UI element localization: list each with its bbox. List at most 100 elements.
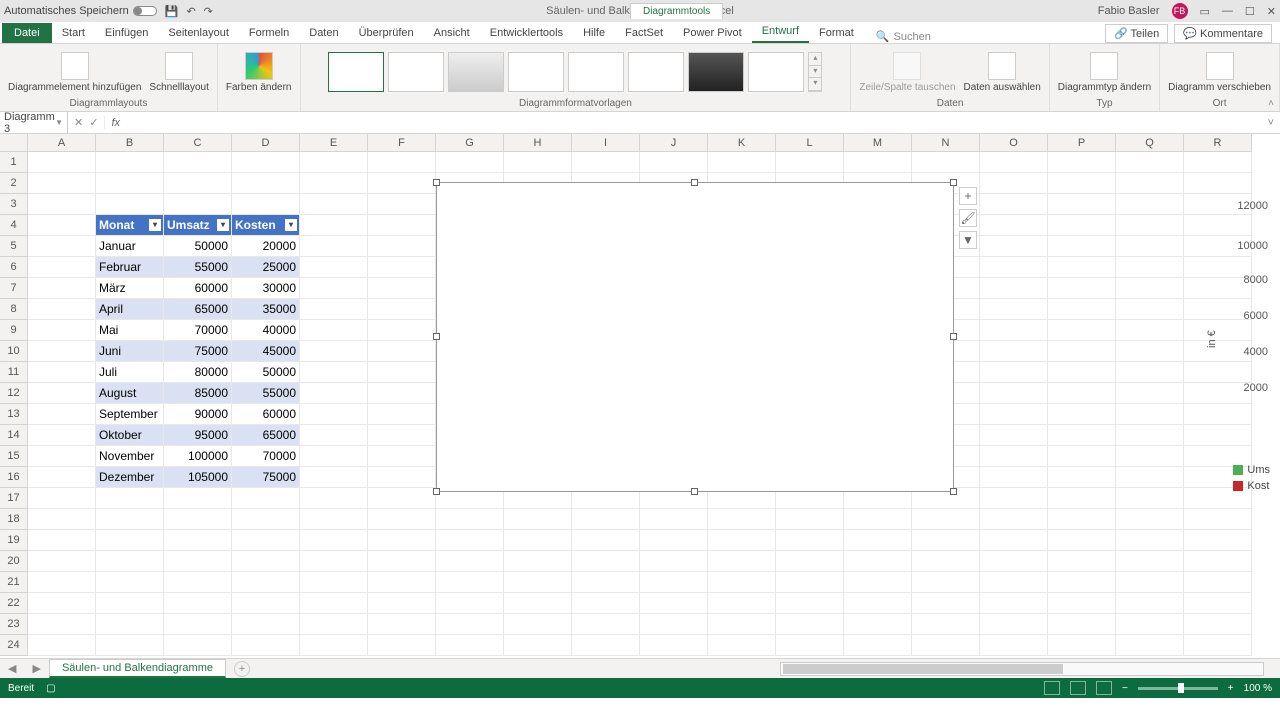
cell[interactable] (504, 530, 572, 551)
cell[interactable] (232, 152, 300, 173)
cell[interactable] (300, 278, 368, 299)
cell[interactable] (980, 530, 1048, 551)
cell[interactable]: Umsatz▾ (164, 215, 232, 236)
resize-handle[interactable] (691, 488, 698, 495)
cell[interactable] (368, 488, 436, 509)
cell[interactable] (844, 593, 912, 614)
cell[interactable] (164, 572, 232, 593)
name-box[interactable]: Diagramm 3▼ (0, 109, 68, 137)
cell[interactable] (980, 572, 1048, 593)
cell[interactable]: Dezember (96, 467, 164, 488)
cell[interactable] (1116, 362, 1184, 383)
cell[interactable] (232, 194, 300, 215)
cell[interactable] (300, 467, 368, 488)
cell[interactable] (164, 173, 232, 194)
cell[interactable] (504, 593, 572, 614)
cell[interactable] (572, 530, 640, 551)
col-header[interactable]: N (912, 134, 980, 152)
cell[interactable] (96, 152, 164, 173)
cell[interactable]: 55000 (232, 383, 300, 404)
change-chart-type-button[interactable]: Diagrammtyp ändern (1058, 52, 1151, 93)
cell[interactable] (980, 173, 1048, 194)
cell[interactable] (300, 425, 368, 446)
cell[interactable] (912, 593, 980, 614)
row-header[interactable]: 2 (0, 173, 28, 194)
cell[interactable] (1048, 635, 1116, 656)
cell[interactable] (28, 152, 96, 173)
cell[interactable] (368, 635, 436, 656)
tab-formulas[interactable]: Formeln (239, 23, 299, 43)
cell[interactable] (776, 614, 844, 635)
tab-review[interactable]: Überprüfen (349, 23, 424, 43)
switch-row-col-button[interactable]: Zeile/Spalte tauschen (859, 52, 955, 93)
cell[interactable]: 20000 (232, 236, 300, 257)
cell[interactable] (368, 278, 436, 299)
cell[interactable] (300, 635, 368, 656)
cell[interactable] (776, 572, 844, 593)
cell[interactable] (1116, 152, 1184, 173)
cell[interactable]: 55000 (164, 257, 232, 278)
cell[interactable] (980, 614, 1048, 635)
col-header[interactable]: G (436, 134, 504, 152)
cell[interactable] (844, 551, 912, 572)
cell[interactable] (300, 488, 368, 509)
cell[interactable] (232, 530, 300, 551)
cell[interactable] (844, 635, 912, 656)
cell[interactable] (640, 152, 708, 173)
col-header[interactable]: M (844, 134, 912, 152)
cell[interactable] (1116, 467, 1184, 488)
cell[interactable] (164, 593, 232, 614)
cell[interactable] (300, 257, 368, 278)
tab-insert[interactable]: Einfügen (95, 23, 158, 43)
style-8[interactable] (748, 52, 804, 92)
cell[interactable] (1048, 278, 1116, 299)
cell[interactable]: Februar (96, 257, 164, 278)
cell[interactable]: Juni (96, 341, 164, 362)
cell[interactable] (980, 215, 1048, 236)
cell[interactable] (300, 299, 368, 320)
cell[interactable] (504, 572, 572, 593)
cell[interactable] (572, 152, 640, 173)
cell[interactable] (708, 593, 776, 614)
cell[interactable] (844, 152, 912, 173)
cell[interactable] (368, 341, 436, 362)
cell[interactable] (1116, 320, 1184, 341)
cell[interactable] (980, 236, 1048, 257)
sheet-nav-next[interactable]: ▶ (24, 662, 48, 675)
row-header[interactable]: 20 (0, 551, 28, 572)
expand-formula-icon[interactable]: ˅ (1262, 117, 1280, 129)
resize-handle[interactable] (950, 488, 957, 495)
cell[interactable] (844, 530, 912, 551)
cell[interactable] (1116, 488, 1184, 509)
cell[interactable]: Januar (96, 236, 164, 257)
cell[interactable] (708, 635, 776, 656)
row-header[interactable]: 11 (0, 362, 28, 383)
col-header[interactable]: B (96, 134, 164, 152)
col-header[interactable]: K (708, 134, 776, 152)
cell[interactable] (1048, 551, 1116, 572)
row-header[interactable]: 14 (0, 425, 28, 446)
cell[interactable] (980, 152, 1048, 173)
cell[interactable] (572, 551, 640, 572)
cell[interactable] (368, 509, 436, 530)
cell[interactable] (776, 530, 844, 551)
cell[interactable] (980, 404, 1048, 425)
cell[interactable]: 70000 (164, 320, 232, 341)
cell[interactable] (1048, 236, 1116, 257)
cell[interactable] (164, 530, 232, 551)
autosave-toggle[interactable] (133, 6, 157, 16)
comments-button[interactable]: 💬 Kommentare (1174, 24, 1272, 43)
style-6[interactable] (628, 52, 684, 92)
cell[interactable] (708, 509, 776, 530)
row-header[interactable]: 6 (0, 257, 28, 278)
resize-handle[interactable] (691, 179, 698, 186)
cell[interactable] (300, 236, 368, 257)
enter-icon[interactable]: ✓ (89, 116, 98, 129)
cell[interactable] (1048, 173, 1116, 194)
row-header[interactable]: 16 (0, 467, 28, 488)
filter-icon[interactable]: ▾ (217, 219, 229, 231)
cell[interactable] (1048, 530, 1116, 551)
cell[interactable] (436, 572, 504, 593)
tab-start[interactable]: Start (52, 23, 95, 43)
cell[interactable] (96, 593, 164, 614)
